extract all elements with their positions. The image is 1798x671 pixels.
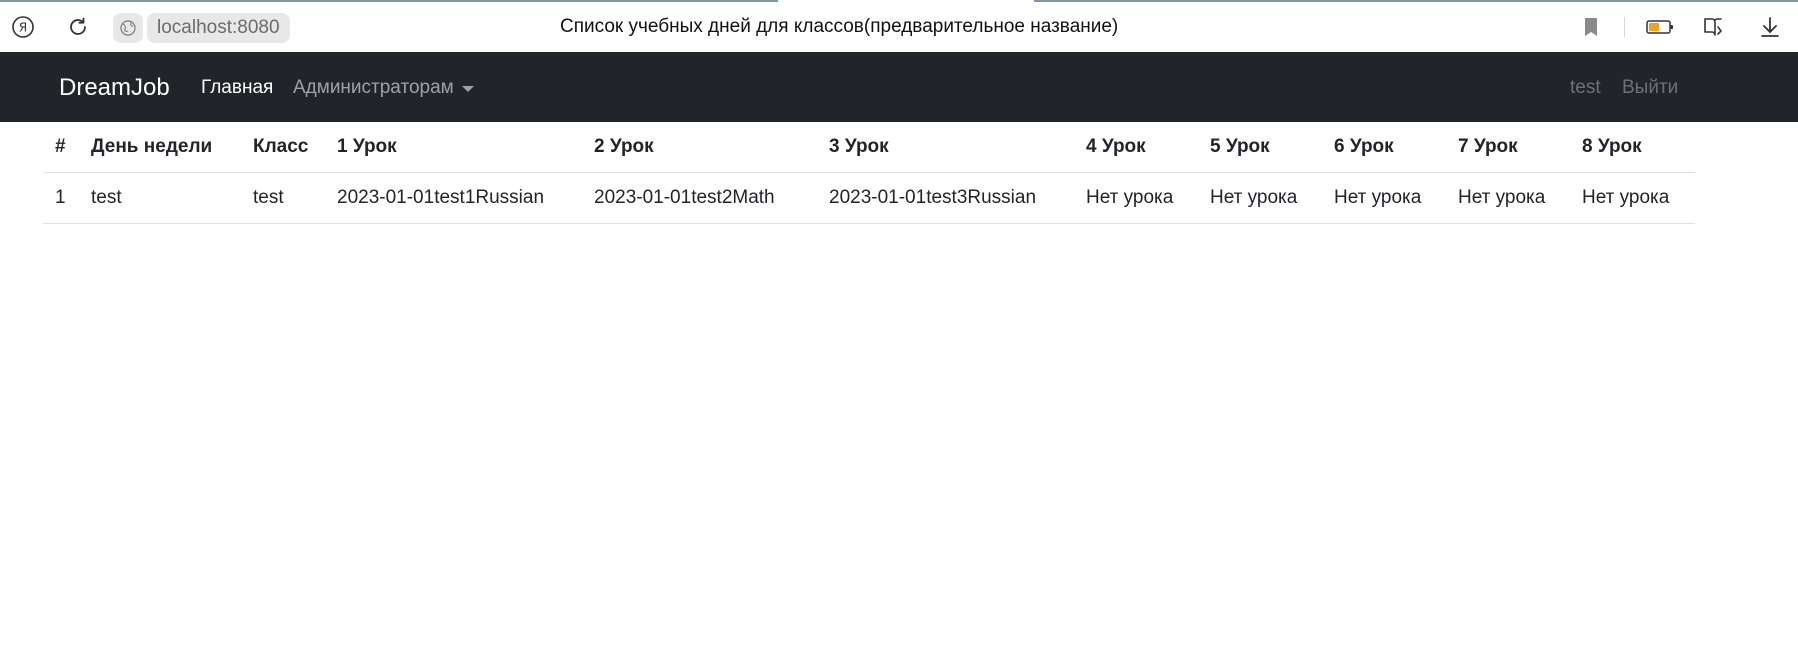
cell-class: test (241, 172, 325, 224)
cell-lesson-7: Нет урока (1446, 172, 1570, 224)
cell-lesson-8: Нет урока (1570, 172, 1695, 224)
column-header-lesson-4: 4 Урок (1074, 122, 1198, 173)
battery-icon[interactable] (1644, 14, 1676, 40)
site-globe-icon[interactable] (113, 13, 143, 43)
browser-toolbar: Я localhost:8080 Список учебных дней для… (0, 0, 1798, 52)
cell-lesson-1: 2023-01-01test1Russian (325, 172, 582, 224)
table-row: 1 test test 2023-01-01test1Russian 2023-… (43, 172, 1695, 224)
cell-lesson-4: Нет урока (1074, 172, 1198, 224)
download-icon[interactable] (1756, 13, 1784, 41)
yandex-icon[interactable]: Я (10, 14, 36, 40)
window-title: Список учебных дней для классов(предвари… (560, 16, 1119, 37)
svg-text:Я: Я (19, 21, 27, 35)
chevron-down-icon (461, 86, 474, 92)
column-header-lesson-1: 1 Урок (325, 122, 582, 173)
navbar: DreamJob Главная Администраторам test Вы… (0, 52, 1798, 122)
toolbar-divider (1624, 17, 1625, 37)
cell-lesson-6: Нет урока (1322, 172, 1446, 224)
nav-user-link[interactable]: test (1570, 76, 1601, 100)
table-header-row: # День недели Класс 1 Урок 2 Урок 3 Урок… (43, 122, 1695, 173)
cell-lesson-2: 2023-01-01test2Math (582, 172, 817, 224)
column-header-weekday: День недели (79, 122, 241, 173)
cell-number: 1 (43, 172, 79, 224)
tab-accent-line (1034, 0, 1798, 2)
column-header-class: Класс (241, 122, 325, 173)
column-header-lesson-7: 7 Урок (1446, 122, 1570, 173)
nav-admin-label: Администраторам (293, 77, 454, 98)
nav-logout-link[interactable]: Выйти (1622, 76, 1678, 100)
column-header-lesson-8: 8 Урок (1570, 122, 1695, 173)
nav-home-link[interactable]: Главная (201, 76, 273, 100)
cell-weekday: test (79, 172, 241, 224)
cell-lesson-5: Нет урока (1198, 172, 1322, 224)
reload-icon[interactable] (65, 14, 91, 40)
column-header-number: # (43, 122, 79, 173)
cell-lesson-3: 2023-01-01test3Russian (817, 172, 1074, 224)
nav-admin-dropdown[interactable]: Администраторам (293, 76, 474, 100)
url-text[interactable]: localhost:8080 (147, 13, 290, 43)
schedule-table: # День недели Класс 1 Урок 2 Урок 3 Урок… (43, 122, 1695, 224)
column-header-lesson-6: 6 Урок (1322, 122, 1446, 173)
column-header-lesson-2: 2 Урок (582, 122, 817, 173)
reader-mode-icon[interactable] (1699, 13, 1727, 41)
tab-accent-line (0, 0, 778, 2)
bookmark-icon[interactable] (1578, 14, 1604, 40)
address-bar[interactable]: localhost:8080 (113, 13, 290, 43)
column-header-lesson-3: 3 Урок (817, 122, 1074, 173)
column-header-lesson-5: 5 Урок (1198, 122, 1322, 173)
brand-link[interactable]: DreamJob (59, 73, 170, 103)
